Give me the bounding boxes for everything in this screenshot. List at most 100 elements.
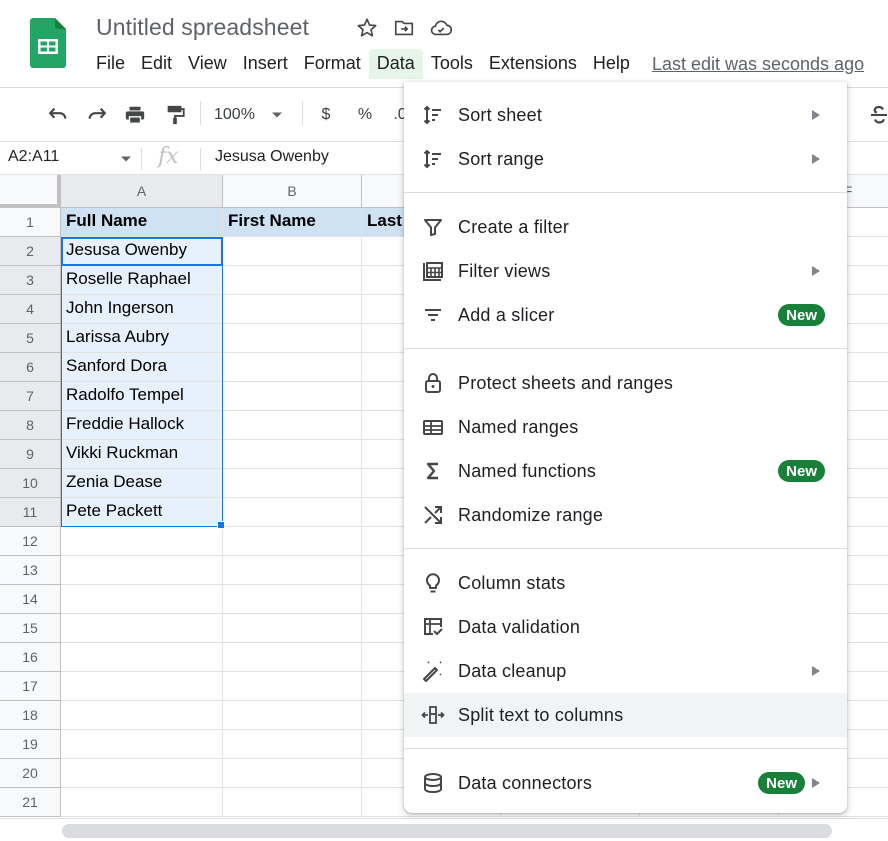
menu-data[interactable]: Data (368, 49, 423, 79)
row-header[interactable]: 14 (0, 585, 61, 614)
menu-item-sort-range[interactable]: Sort range (404, 137, 847, 181)
currency-format-button[interactable]: $ (316, 102, 336, 128)
menu-view[interactable]: View (180, 49, 235, 79)
name-box[interactable]: A2:A11 (8, 148, 59, 166)
cell-b17[interactable] (223, 672, 362, 701)
sheets-logo-icon[interactable] (30, 18, 66, 68)
row-header[interactable]: 21 (0, 788, 61, 817)
cell-b10[interactable] (223, 469, 362, 498)
cell-b7[interactable] (223, 382, 362, 411)
cell-b4[interactable] (223, 295, 362, 324)
cell-b8[interactable] (223, 411, 362, 440)
row-header[interactable]: 19 (0, 730, 61, 759)
row-header[interactable]: 5 (0, 324, 61, 353)
cell-a3[interactable]: Roselle Raphael (61, 266, 223, 295)
cell-b5[interactable] (223, 324, 362, 353)
last-edit-link[interactable]: Last edit was seconds ago (652, 54, 864, 75)
fill-handle[interactable] (217, 521, 225, 529)
cell-b19[interactable] (223, 730, 362, 759)
menu-item-data-connectors[interactable]: Data connectors New (404, 761, 847, 805)
menu-item-named-ranges[interactable]: Named ranges (404, 405, 847, 449)
cell-a17[interactable] (61, 672, 223, 701)
row-header[interactable]: 4 (0, 295, 61, 324)
menu-item-add-a-slicer[interactable]: Add a slicer New (404, 293, 847, 337)
cell-b16[interactable] (223, 643, 362, 672)
row-header[interactable]: 9 (0, 440, 61, 469)
strikethrough-icon[interactable] (868, 102, 888, 128)
cell-a5[interactable]: Larissa Aubry (61, 324, 223, 353)
row-header[interactable]: 6 (0, 353, 61, 382)
cell-b18[interactable] (223, 701, 362, 730)
document-title[interactable]: Untitled spreadsheet (96, 14, 309, 41)
cell-a10[interactable]: Zenia Dease (61, 469, 223, 498)
menu-item-sort-sheet[interactable]: Sort sheet (404, 93, 847, 137)
cell-b2[interactable] (223, 237, 362, 266)
menu-format[interactable]: Format (296, 49, 369, 79)
zoom-select[interactable]: 100% (214, 102, 304, 128)
cell-b1[interactable]: First Name (223, 208, 362, 237)
percent-format-button[interactable]: % (355, 102, 375, 128)
menu-item-randomize-range[interactable]: Randomize range (404, 493, 847, 537)
menu-item-create-a-filter[interactable]: Create a filter (404, 205, 847, 249)
cell-a21[interactable] (61, 788, 223, 817)
row-header[interactable]: 13 (0, 556, 61, 585)
row-header[interactable]: 3 (0, 266, 61, 295)
row-header[interactable]: 18 (0, 701, 61, 730)
star-icon[interactable] (355, 16, 379, 40)
menu-item-data-validation[interactable]: Data validation (404, 605, 847, 649)
redo-icon[interactable] (84, 102, 110, 128)
cell-b9[interactable] (223, 440, 362, 469)
menu-tools[interactable]: Tools (423, 49, 481, 79)
select-all-corner[interactable] (0, 175, 61, 208)
row-header[interactable]: 17 (0, 672, 61, 701)
cell-b12[interactable] (223, 527, 362, 556)
cell-a7[interactable]: Radolfo Tempel (61, 382, 223, 411)
cell-b21[interactable] (223, 788, 362, 817)
cell-a4[interactable]: John Ingerson (61, 295, 223, 324)
menu-item-protect-sheets-and-ranges[interactable]: Protect sheets and ranges (404, 361, 847, 405)
row-header[interactable]: 8 (0, 411, 61, 440)
chevron-down-icon[interactable] (120, 155, 132, 163)
row-header[interactable]: 16 (0, 643, 61, 672)
row-header[interactable]: 20 (0, 759, 61, 788)
print-icon[interactable] (122, 102, 148, 128)
formula-input[interactable]: Jesusa Owenby (215, 148, 329, 166)
cell-a1[interactable]: Full Name (61, 208, 223, 237)
cell-a13[interactable] (61, 556, 223, 585)
row-header[interactable]: 2 (0, 237, 61, 266)
menu-item-split-text-to-columns[interactable]: Split text to columns (404, 693, 847, 737)
cell-a14[interactable] (61, 585, 223, 614)
undo-icon[interactable] (45, 102, 71, 128)
paint-format-icon[interactable] (162, 102, 188, 128)
cell-b14[interactable] (223, 585, 362, 614)
menu-edit[interactable]: Edit (133, 49, 180, 79)
cell-a11[interactable]: Pete Packett (61, 498, 223, 527)
cell-b3[interactable] (223, 266, 362, 295)
row-header[interactable]: 7 (0, 382, 61, 411)
move-to-folder-icon[interactable] (392, 16, 416, 40)
horizontal-scrollbar[interactable] (62, 824, 832, 838)
cell-b13[interactable] (223, 556, 362, 585)
menu-item-named-functions[interactable]: Named functions New (404, 449, 847, 493)
menu-item-column-stats[interactable]: Column stats (404, 561, 847, 605)
cell-a12[interactable] (61, 527, 223, 556)
cell-a6[interactable]: Sanford Dora (61, 353, 223, 382)
menu-item-filter-views[interactable]: Filter views (404, 249, 847, 293)
cell-b6[interactable] (223, 353, 362, 382)
menu-help[interactable]: Help (585, 49, 638, 79)
menu-item-data-cleanup[interactable]: Data cleanup (404, 649, 847, 693)
cell-a2[interactable]: Jesusa Owenby (61, 237, 223, 266)
cell-a18[interactable] (61, 701, 223, 730)
row-header[interactable]: 10 (0, 469, 61, 498)
menu-insert[interactable]: Insert (235, 49, 296, 79)
cell-a19[interactable] (61, 730, 223, 759)
cloud-saved-icon[interactable] (429, 16, 453, 40)
column-header-b[interactable]: B (223, 175, 362, 208)
cell-b11[interactable] (223, 498, 362, 527)
row-header[interactable]: 1 (0, 208, 61, 237)
cell-a20[interactable] (61, 759, 223, 788)
menu-file[interactable]: File (88, 49, 133, 79)
cell-b15[interactable] (223, 614, 362, 643)
row-header[interactable]: 12 (0, 527, 61, 556)
row-header[interactable]: 11 (0, 498, 61, 527)
